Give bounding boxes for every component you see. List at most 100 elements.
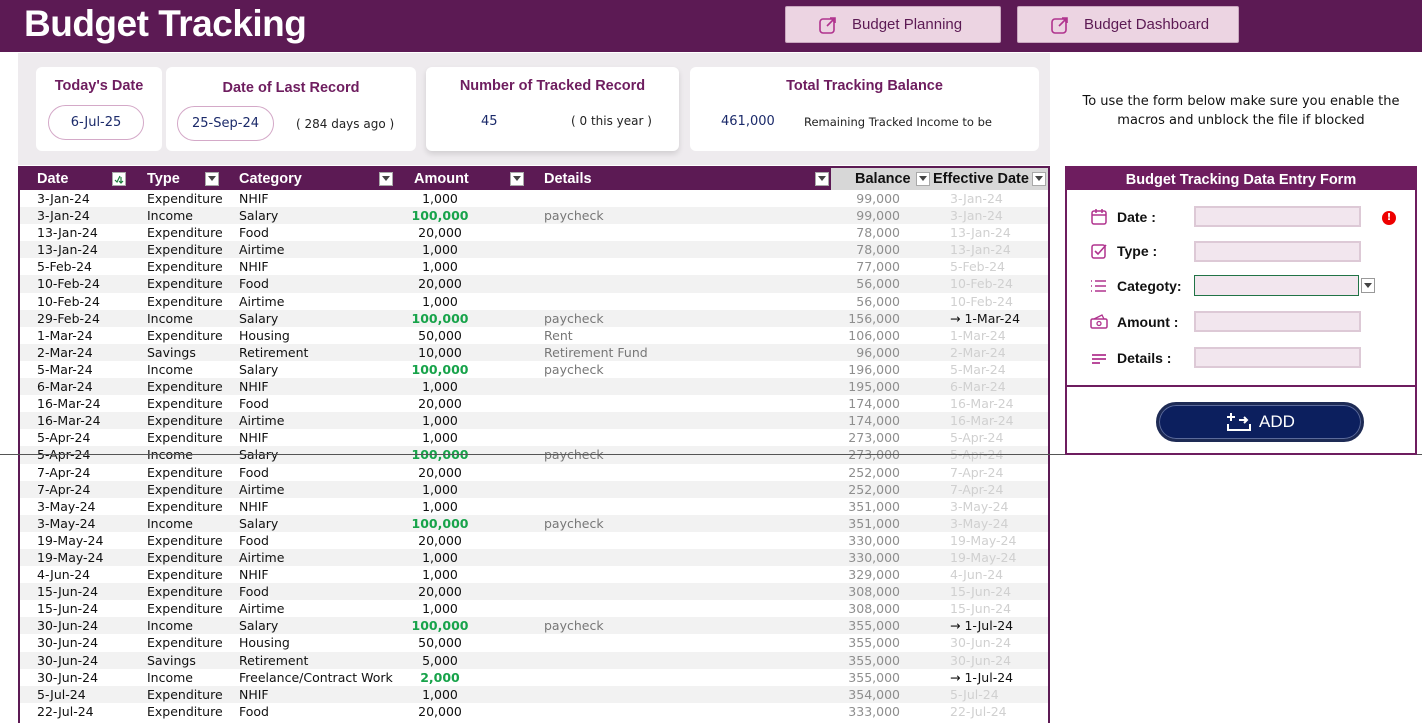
cell-amount: 1,000: [422, 481, 458, 497]
cell-effective-date: 13-Jan-24: [950, 225, 1011, 241]
cell-date: 29-Feb-24: [37, 310, 100, 326]
cell-date: 30-Jun-24: [37, 669, 99, 685]
table-row[interactable]: 10-Feb-24 Expenditure Airtime 1,000 56,000 10…: [20, 293, 1048, 310]
cell-details: Retirement Fund: [544, 344, 648, 360]
cell-amount: 1,000: [422, 686, 458, 702]
cell-balance: 308,000: [848, 601, 900, 617]
table-row[interactable]: 16-Mar-24 Expenditure Airtime 1,000 174,000 1…: [20, 412, 1048, 430]
category-field[interactable]: [1194, 275, 1359, 296]
filter-applied-icon: [114, 175, 124, 184]
table-row[interactable]: 5-Mar-24 Income Salary 100,000 paycheck 196,0…: [20, 361, 1048, 378]
table-row[interactable]: 10-Feb-24 Expenditure Food 20,000 56,000 10-F…: [20, 275, 1048, 293]
page-title: Budget Tracking: [24, 3, 307, 44]
cell-amount: 1,000: [422, 601, 458, 617]
table-row[interactable]: 30-Jun-24 Savings Retirement 5,000 355,000 30…: [20, 651, 1048, 669]
table-row[interactable]: 15-Jun-24 Expenditure Food 20,000 308,000 15-…: [20, 583, 1048, 601]
cell-effective-date: 3-Jan-24: [950, 208, 1003, 224]
cell-effective-date: 16-Mar-24: [950, 413, 1014, 429]
cell-balance: 329,000: [848, 567, 900, 583]
col-details: Details: [544, 171, 592, 187]
cell-type: Income: [147, 618, 193, 634]
cell-effective-date: 5-Feb-24: [950, 259, 1006, 275]
table-row[interactable]: 19-May-24 Expenditure Food 20,000 330,000 19-…: [20, 532, 1048, 549]
amount-field[interactable]: [1194, 311, 1361, 332]
type-field[interactable]: [1194, 241, 1361, 262]
cell-type: Expenditure: [147, 498, 223, 514]
table-row[interactable]: 7-Apr-24 Expenditure Food 20,000 252,000 7-Ap…: [20, 464, 1048, 481]
table-row[interactable]: 4-Jun-24 Expenditure NHIF 1,000 329,000 4-Jun…: [20, 566, 1048, 583]
table-row[interactable]: 13-Jan-24 Expenditure Airtime 1,000 78,000 13…: [20, 241, 1048, 259]
table-row[interactable]: 3-Jan-24 Income Salary 100,000 paycheck 99,00…: [20, 207, 1048, 225]
cell-effective-date: 3-May-24: [950, 498, 1009, 514]
cell-balance: 330,000: [848, 532, 900, 548]
category-dropdown-button[interactable]: [1361, 278, 1375, 293]
cell-date: 2-Mar-24: [37, 344, 93, 360]
table-row[interactable]: 3-Jan-24 Expenditure NHIF 1,000 99,000 3-Jan-…: [20, 190, 1048, 207]
table-row[interactable]: 7-Apr-24 Expenditure Airtime 1,000 252,000 7-…: [20, 480, 1048, 498]
tracking-balance-value: 461,000: [721, 114, 775, 129]
cell-balance: 174,000: [848, 396, 900, 412]
cell-effective-date: 7-Apr-24: [950, 481, 1004, 497]
table-row[interactable]: 30-Jun-24 Income Salary 100,000 paycheck 355,…: [20, 617, 1048, 635]
cell-type: Expenditure: [147, 686, 223, 702]
cell-category: Airtime: [239, 481, 285, 497]
table-row[interactable]: 13-Jan-24 Expenditure Food 20,000 78,000 13-J…: [20, 224, 1048, 241]
filter-category-button[interactable]: [379, 172, 393, 186]
cell-type: Expenditure: [147, 481, 223, 497]
cell-balance: 333,000: [848, 703, 900, 719]
cell-type: Expenditure: [147, 225, 223, 241]
table-row[interactable]: 3-May-24 Expenditure NHIF 1,000 351,000 3-May…: [20, 498, 1048, 515]
table-row[interactable]: 16-Mar-24 Expenditure Food 20,000 174,000 16-…: [20, 395, 1048, 412]
table-row[interactable]: 5-Apr-24 Expenditure NHIF 1,000 273,000 5-Apr…: [20, 429, 1048, 446]
budget-planning-button[interactable]: Budget Planning: [785, 6, 1001, 43]
filter-balance-button[interactable]: [916, 172, 930, 186]
cell-date: 16-Mar-24: [37, 413, 101, 429]
cell-date: 5-Apr-24: [37, 430, 91, 446]
table-row[interactable]: 19-May-24 Expenditure Airtime 1,000 330,000 1…: [20, 548, 1048, 567]
cell-effective-date: 7-Apr-24: [950, 464, 1004, 480]
cell-date: 5-Jul-24: [37, 686, 86, 702]
filter-type-button[interactable]: [205, 172, 219, 186]
filter-effective-button[interactable]: [1032, 172, 1046, 186]
cell-category: NHIF: [239, 498, 269, 514]
table-row[interactable]: 3-May-24 Income Salary 100,000 paycheck 351,0…: [20, 514, 1048, 532]
cell-date: 3-May-24: [37, 515, 96, 531]
cell-category: Airtime: [239, 549, 285, 565]
filter-date-button[interactable]: [112, 172, 126, 186]
table-row[interactable]: 22-Jul-24 Expenditure Food 20,000 333,000 22-…: [20, 703, 1048, 720]
table-row[interactable]: 5-Feb-24 Expenditure NHIF 1,000 77,000 5-Feb-…: [20, 258, 1048, 275]
table-row[interactable]: 6-Mar-24 Expenditure NHIF 1,000 195,000 6-Mar…: [20, 378, 1048, 396]
table-row[interactable]: 5-Jul-24 Expenditure NHIF 1,000 354,000 5-Jul…: [20, 685, 1048, 703]
col-date: Date: [37, 171, 69, 187]
filter-amount-button[interactable]: [510, 172, 524, 186]
table-header: Date Type Category Amount Details Balanc…: [20, 168, 1048, 190]
filter-details-button[interactable]: [815, 172, 829, 186]
table-row[interactable]: 2-Mar-24 Savings Retirement 10,000 Retiremen…: [20, 343, 1048, 361]
chevron-down-icon: [382, 176, 390, 181]
cell-amount: 100,000: [411, 310, 469, 326]
cell-category: Retirement: [239, 344, 309, 360]
table-row[interactable]: 30-Jun-24 Income Freelance/Contract Work 2,…: [20, 669, 1048, 686]
cell-type: Income: [147, 361, 193, 377]
table-row[interactable]: 29-Feb-24 Income Salary 100,000 paycheck 156,…: [20, 309, 1048, 327]
cell-type: Expenditure: [147, 635, 223, 651]
cell-category: Salary: [239, 361, 279, 377]
cell-category: Freelance/Contract Work: [239, 669, 393, 685]
details-field[interactable]: [1194, 347, 1361, 368]
cell-type: Expenditure: [147, 293, 223, 309]
cell-effective-date: 5-Jul-24: [950, 686, 999, 702]
date-field[interactable]: [1194, 206, 1361, 227]
form-title: Budget Tracking Data Entry Form: [1067, 168, 1415, 190]
table-row[interactable]: 30-Jun-24 Expenditure Housing 50,000 355,000…: [20, 634, 1048, 651]
add-button[interactable]: ADD: [1156, 402, 1364, 442]
tracked-records-title: Number of Tracked Record: [459, 78, 646, 94]
table-row[interactable]: 15-Jun-24 Expenditure Airtime 1,000 308,000 1…: [20, 600, 1048, 617]
cell-amount: 100,000: [411, 361, 469, 377]
budget-dashboard-button[interactable]: Budget Dashboard: [1017, 6, 1239, 43]
amount-label: Amount :: [1117, 314, 1179, 330]
error-icon: !: [1382, 211, 1396, 225]
cell-effective-date: 19-May-24: [950, 532, 1017, 548]
table-row[interactable]: 1-Mar-24 Expenditure Housing 50,000 Rent 106,…: [20, 327, 1048, 344]
cell-amount: 1,000: [422, 259, 458, 275]
cell-category: Airtime: [239, 413, 285, 429]
